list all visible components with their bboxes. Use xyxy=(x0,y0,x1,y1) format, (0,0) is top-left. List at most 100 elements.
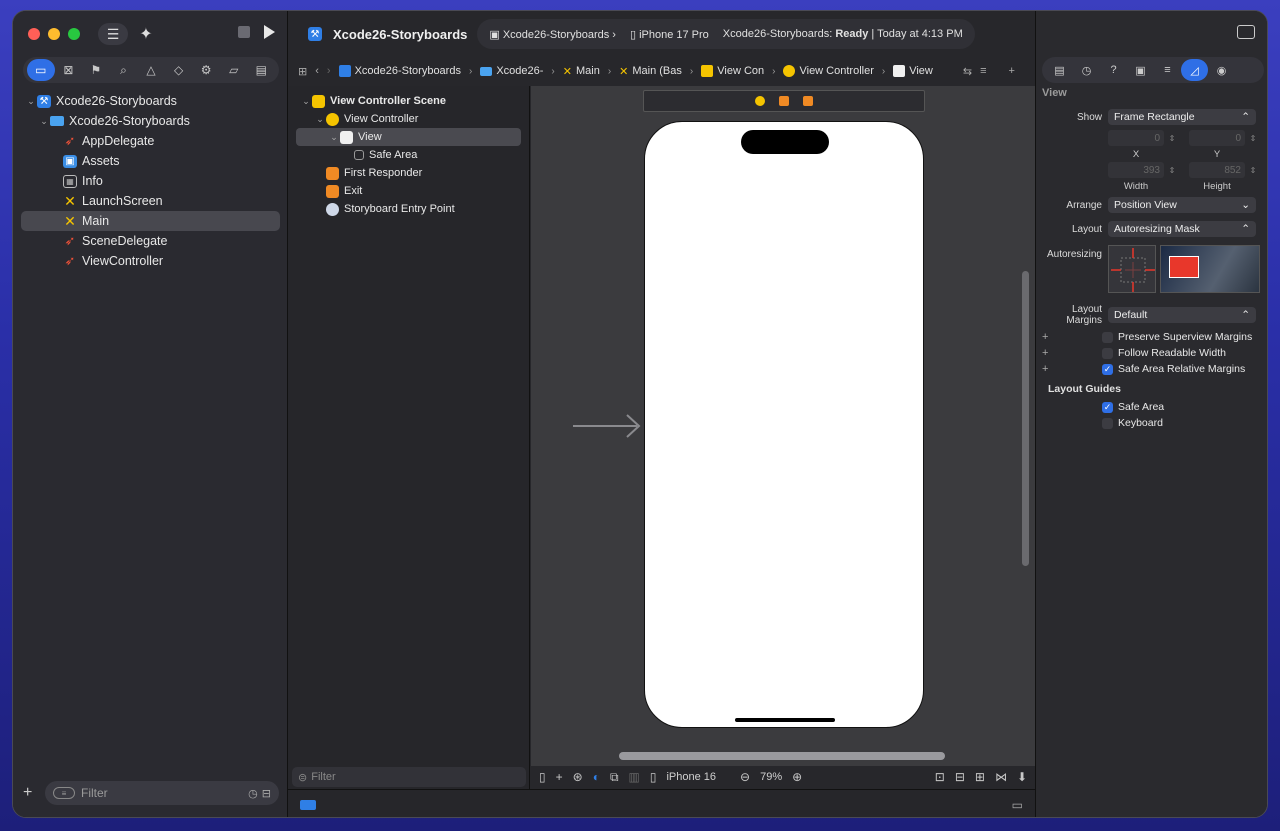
file-tree-item[interactable]: ⌄ ⚒ Xcode26-Storyboards xyxy=(21,91,280,111)
device-icon[interactable]: ▯ xyxy=(650,770,657,784)
height-field[interactable]: 852 xyxy=(1189,162,1245,178)
back-button[interactable]: ‹ xyxy=(315,65,319,77)
add-constraints-icon[interactable]: ⊞ xyxy=(975,770,985,784)
disclosure-triangle-icon[interactable]: ⌄ xyxy=(314,114,326,125)
debug-icon[interactable]: ⚙ xyxy=(192,59,220,81)
view-controller-dock-icon[interactable] xyxy=(755,96,765,106)
navigator-filter-field[interactable]: ≡ Filter ◷ ⊟ xyxy=(45,781,279,805)
size-inspector-icon[interactable]: ◿ xyxy=(1181,59,1208,81)
device-selector[interactable]: ▯ iPhone 17 Pro xyxy=(630,28,709,41)
orientation-icon[interactable]: ⧉ xyxy=(610,770,619,785)
disclosure-triangle-icon[interactable]: ⌄ xyxy=(328,132,340,143)
zoom-window-button[interactable] xyxy=(68,28,80,40)
height-stepper[interactable]: ⇕ xyxy=(1248,166,1258,175)
x-field[interactable]: 0 xyxy=(1108,130,1164,146)
related-items-icon[interactable]: ⇆ xyxy=(963,65,972,78)
accessibility-icon[interactable]: ⊛ xyxy=(573,770,583,784)
file-tree-item[interactable]: ➶ AppDelegate xyxy=(21,131,280,151)
entry-point-arrow[interactable] xyxy=(573,411,641,441)
filter-options-icon[interactable]: ≡ xyxy=(53,787,75,799)
outline-item[interactable]: Exit xyxy=(296,182,521,200)
grid-icon[interactable]: ⊞ xyxy=(298,65,307,78)
layout-margins-popup[interactable]: Default ⌃ xyxy=(1108,307,1256,323)
add-editor-icon[interactable]: + xyxy=(1009,65,1015,77)
outline-item[interactable]: First Responder xyxy=(296,164,521,182)
navigator-filter-input[interactable]: Filter xyxy=(81,786,108,800)
checkbox[interactable]: ✓ xyxy=(1102,401,1113,413)
outline-item[interactable]: Storyboard Entry Point xyxy=(296,200,521,218)
inspector-toggle-icon[interactable] xyxy=(1237,25,1255,39)
search-icon[interactable]: ⌕ xyxy=(110,59,138,81)
folder-icon[interactable]: ▭ xyxy=(27,59,55,81)
outline-filter-field[interactable]: ⊜ Filter xyxy=(292,767,526,787)
forward-button[interactable]: › xyxy=(327,65,331,77)
checkbox[interactable]: ✓ xyxy=(1102,363,1113,375)
recent-files-icon[interactable]: ◷ xyxy=(248,787,258,800)
resolve-issues-icon[interactable]: ⋈ xyxy=(995,770,1007,784)
embed-in-icon[interactable]: ⬇ xyxy=(1017,770,1027,784)
file-tree-item[interactable]: ✕ Main xyxy=(21,211,280,231)
first-responder-dock-icon[interactable] xyxy=(779,96,789,106)
file-tree-item[interactable]: ➶ ViewController xyxy=(21,251,280,271)
test-icon[interactable]: ◇ xyxy=(165,59,193,81)
add-variation-button[interactable]: + xyxy=(1036,363,1102,375)
list-icon[interactable]: ☰ xyxy=(98,23,128,45)
outline-item[interactable]: ⌄ View Controller Scene xyxy=(296,92,521,110)
warning-icon[interactable]: △ xyxy=(137,59,165,81)
appearance-icon[interactable]: ◐ xyxy=(593,770,600,784)
checkbox[interactable] xyxy=(1102,417,1113,429)
jump-crumb-main-base[interactable]: ✕ Main (Bas xyxy=(619,65,682,78)
source-control-icon[interactable]: ⊠ xyxy=(55,59,83,81)
update-frames-icon[interactable]: ⊡ xyxy=(935,770,945,784)
file-tree-item[interactable]: ✕ LaunchScreen xyxy=(21,191,280,211)
sidebar-toggle-icon[interactable]: ▯ xyxy=(539,770,546,784)
disclosure-triangle-icon[interactable]: ⌄ xyxy=(25,96,37,107)
outline-item[interactable]: Safe Area xyxy=(296,146,521,164)
checkbox[interactable] xyxy=(1102,347,1113,359)
checkbox[interactable] xyxy=(1102,331,1113,343)
outline-item[interactable]: ⌄ View xyxy=(296,128,521,146)
file-inspector-icon[interactable]: ▤ xyxy=(1046,59,1073,81)
jump-crumb-main[interactable]: ✕ Main xyxy=(563,65,600,78)
identity-inspector-icon[interactable]: ▣ xyxy=(1127,59,1154,81)
help-inspector-icon[interactable]: ? xyxy=(1100,59,1127,81)
report-icon[interactable]: ▤ xyxy=(248,59,276,81)
project-title[interactable]: ⚒ Xcode26-Storyboards xyxy=(296,27,477,42)
jump-crumb-project[interactable]: Xcode26-Storyboards xyxy=(338,65,461,77)
add-file-button[interactable]: + xyxy=(23,784,37,802)
arrange-popup[interactable]: Position View ⌄ xyxy=(1108,197,1256,213)
width-field[interactable]: 393 xyxy=(1108,162,1164,178)
file-tree-item[interactable]: ▣ Assets xyxy=(21,151,280,171)
bookmark-icon[interactable]: ⚑ xyxy=(82,59,110,81)
disclosure-triangle-icon[interactable]: ⌄ xyxy=(300,96,312,107)
minimize-window-button[interactable] xyxy=(48,28,60,40)
iphone-view-frame[interactable] xyxy=(644,121,924,728)
file-tree-item[interactable]: ➶ SceneDelegate xyxy=(21,231,280,251)
file-tree-item[interactable]: ⌄ Xcode26-Storyboards xyxy=(21,111,280,131)
add-variation-button[interactable]: + xyxy=(1036,331,1102,343)
horizontal-scrollbar[interactable] xyxy=(619,752,945,760)
x-stepper[interactable]: ⇕ xyxy=(1167,134,1177,143)
zoom-in-icon[interactable]: ⊕ xyxy=(792,770,802,784)
editor-options-icon[interactable]: ≡ xyxy=(980,65,986,77)
run-button[interactable] xyxy=(264,25,275,39)
zoom-out-icon[interactable]: ⊖ xyxy=(740,770,750,784)
exit-dock-icon[interactable] xyxy=(803,96,813,106)
attributes-inspector-icon[interactable]: ≡ xyxy=(1154,59,1181,81)
disclosure-triangle-icon[interactable]: ⌄ xyxy=(38,116,50,127)
jump-crumb-view[interactable]: View xyxy=(893,65,933,77)
sparkle-icon[interactable]: ✦ xyxy=(134,23,158,45)
outline-filter-input[interactable]: Filter xyxy=(311,771,335,783)
outline-item[interactable]: ⌄ View Controller xyxy=(296,110,521,128)
file-tree-item[interactable]: ▦ Info xyxy=(21,171,280,191)
jump-crumb-view-controller[interactable]: View Controller xyxy=(783,65,874,77)
connections-inspector-icon[interactable]: ◉ xyxy=(1208,59,1235,81)
split-view-icon[interactable]: ▥ xyxy=(629,770,640,784)
width-stepper[interactable]: ⇕ xyxy=(1167,166,1177,175)
vertical-scrollbar[interactable] xyxy=(1022,271,1029,566)
debug-area-toggle-icon[interactable]: ▭ xyxy=(1012,798,1023,812)
stop-button[interactable] xyxy=(238,26,250,38)
device-config-label[interactable]: iPhone 16 xyxy=(666,771,716,783)
add-object-icon[interactable]: + xyxy=(556,770,563,784)
breakpoint-icon[interactable]: ▱ xyxy=(220,59,248,81)
